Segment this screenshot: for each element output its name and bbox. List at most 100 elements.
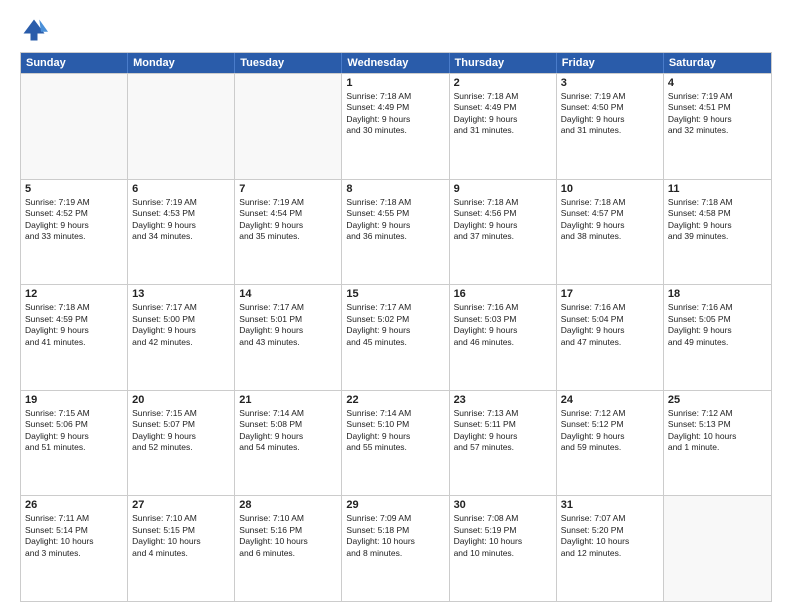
day-number: 2 <box>454 77 552 89</box>
day-number: 7 <box>239 183 337 195</box>
day-info: Sunrise: 7:12 AM Sunset: 5:12 PM Dayligh… <box>561 408 659 454</box>
day-number: 29 <box>346 499 444 511</box>
day-info: Sunrise: 7:14 AM Sunset: 5:10 PM Dayligh… <box>346 408 444 454</box>
weekday-header: Wednesday <box>342 53 449 73</box>
logo <box>20 16 52 44</box>
day-info: Sunrise: 7:18 AM Sunset: 4:49 PM Dayligh… <box>346 91 444 137</box>
day-info: Sunrise: 7:11 AM Sunset: 5:14 PM Dayligh… <box>25 513 123 559</box>
calendar-cell: 15 Sunrise: 7:17 AM Sunset: 5:02 PM Dayli… <box>342 285 449 390</box>
day-info: Sunrise: 7:17 AM Sunset: 5:01 PM Dayligh… <box>239 302 337 348</box>
calendar-cell <box>21 74 128 179</box>
day-info: Sunrise: 7:16 AM Sunset: 5:05 PM Dayligh… <box>668 302 767 348</box>
weekday-header: Friday <box>557 53 664 73</box>
day-info: Sunrise: 7:14 AM Sunset: 5:08 PM Dayligh… <box>239 408 337 454</box>
calendar-cell: 26 Sunrise: 7:11 AM Sunset: 5:14 PM Dayli… <box>21 496 128 601</box>
day-info: Sunrise: 7:12 AM Sunset: 5:13 PM Dayligh… <box>668 408 767 454</box>
calendar-row: 19Sunrise: 7:15 AM Sunset: 5:06 PM Dayli… <box>21 390 771 496</box>
calendar-cell: 25 Sunrise: 7:12 AM Sunset: 5:13 PM Dayli… <box>664 391 771 496</box>
header <box>20 16 772 44</box>
day-number: 17 <box>561 288 659 300</box>
day-info: Sunrise: 7:10 AM Sunset: 5:16 PM Dayligh… <box>239 513 337 559</box>
day-number: 21 <box>239 394 337 406</box>
day-number: 13 <box>132 288 230 300</box>
calendar-cell: 6 Sunrise: 7:19 AM Sunset: 4:53 PM Daylig… <box>128 180 235 285</box>
day-info: Sunrise: 7:16 AM Sunset: 5:03 PM Dayligh… <box>454 302 552 348</box>
day-info: Sunrise: 7:18 AM Sunset: 4:58 PM Dayligh… <box>668 197 767 243</box>
day-number: 9 <box>454 183 552 195</box>
calendar-cell: 23 Sunrise: 7:13 AM Sunset: 5:11 PM Dayli… <box>450 391 557 496</box>
day-number: 14 <box>239 288 337 300</box>
day-info: Sunrise: 7:18 AM Sunset: 4:59 PM Dayligh… <box>25 302 123 348</box>
day-number: 16 <box>454 288 552 300</box>
calendar-cell: 18 Sunrise: 7:16 AM Sunset: 5:05 PM Dayli… <box>664 285 771 390</box>
day-info: Sunrise: 7:19 AM Sunset: 4:52 PM Dayligh… <box>25 197 123 243</box>
day-info: Sunrise: 7:18 AM Sunset: 4:49 PM Dayligh… <box>454 91 552 137</box>
calendar-row: 12 Sunrise: 7:18 AM Sunset: 4:59 PM Dayli… <box>21 284 771 390</box>
day-number: 11 <box>668 183 767 195</box>
calendar-cell <box>235 74 342 179</box>
calendar-header: SundayMondayTuesdayWednesdayThursdayFrid… <box>21 53 771 73</box>
day-number: 28 <box>239 499 337 511</box>
calendar-row: 26 Sunrise: 7:11 AM Sunset: 5:14 PM Dayli… <box>21 495 771 601</box>
day-number: 31 <box>561 499 659 511</box>
day-info: Sunrise: 7:18 AM Sunset: 4:56 PM Dayligh… <box>454 197 552 243</box>
calendar-cell: 11 Sunrise: 7:18 AM Sunset: 4:58 PM Dayli… <box>664 180 771 285</box>
calendar-cell: 9 Sunrise: 7:18 AM Sunset: 4:56 PM Daylig… <box>450 180 557 285</box>
day-number: 25 <box>668 394 767 406</box>
day-info: Sunrise: 7:17 AM Sunset: 5:02 PM Dayligh… <box>346 302 444 348</box>
day-info: Sunrise: 7:09 AM Sunset: 5:18 PM Dayligh… <box>346 513 444 559</box>
day-info: Sunrise: 7:13 AM Sunset: 5:11 PM Dayligh… <box>454 408 552 454</box>
day-number: 30 <box>454 499 552 511</box>
calendar-cell: 14 Sunrise: 7:17 AM Sunset: 5:01 PM Dayli… <box>235 285 342 390</box>
day-number: 27 <box>132 499 230 511</box>
calendar-cell: 29 Sunrise: 7:09 AM Sunset: 5:18 PM Dayli… <box>342 496 449 601</box>
calendar-cell <box>128 74 235 179</box>
day-info: Sunrise: 7:19 AM Sunset: 4:53 PM Dayligh… <box>132 197 230 243</box>
day-number: 12 <box>25 288 123 300</box>
day-number: 15 <box>346 288 444 300</box>
calendar-cell: 17 Sunrise: 7:16 AM Sunset: 5:04 PM Dayli… <box>557 285 664 390</box>
weekday-header: Monday <box>128 53 235 73</box>
calendar-cell: 13Sunrise: 7:17 AM Sunset: 5:00 PM Dayli… <box>128 285 235 390</box>
calendar-cell: 20Sunrise: 7:15 AM Sunset: 5:07 PM Dayli… <box>128 391 235 496</box>
calendar: SundayMondayTuesdayWednesdayThursdayFrid… <box>20 52 772 602</box>
day-number: 10 <box>561 183 659 195</box>
calendar-cell: 19Sunrise: 7:15 AM Sunset: 5:06 PM Dayli… <box>21 391 128 496</box>
calendar-cell: 4Sunrise: 7:19 AM Sunset: 4:51 PM Daylig… <box>664 74 771 179</box>
weekday-header: Saturday <box>664 53 771 73</box>
day-info: Sunrise: 7:19 AM Sunset: 4:50 PM Dayligh… <box>561 91 659 137</box>
day-number: 26 <box>25 499 123 511</box>
day-info: Sunrise: 7:18 AM Sunset: 4:55 PM Dayligh… <box>346 197 444 243</box>
calendar-cell: 12 Sunrise: 7:18 AM Sunset: 4:59 PM Dayli… <box>21 285 128 390</box>
calendar-cell: 3 Sunrise: 7:19 AM Sunset: 4:50 PM Daylig… <box>557 74 664 179</box>
calendar-cell: 27 Sunrise: 7:10 AM Sunset: 5:15 PM Dayli… <box>128 496 235 601</box>
calendar-cell <box>664 496 771 601</box>
calendar-cell: 7Sunrise: 7:19 AM Sunset: 4:54 PM Daylig… <box>235 180 342 285</box>
day-info: Sunrise: 7:18 AM Sunset: 4:57 PM Dayligh… <box>561 197 659 243</box>
day-number: 22 <box>346 394 444 406</box>
calendar-cell: 24 Sunrise: 7:12 AM Sunset: 5:12 PM Dayli… <box>557 391 664 496</box>
calendar-cell: 16 Sunrise: 7:16 AM Sunset: 5:03 PM Dayli… <box>450 285 557 390</box>
day-number: 23 <box>454 394 552 406</box>
day-number: 3 <box>561 77 659 89</box>
calendar-cell: 22 Sunrise: 7:14 AM Sunset: 5:10 PM Dayli… <box>342 391 449 496</box>
day-info: Sunrise: 7:10 AM Sunset: 5:15 PM Dayligh… <box>132 513 230 559</box>
day-number: 4 <box>668 77 767 89</box>
calendar-cell: 8Sunrise: 7:18 AM Sunset: 4:55 PM Daylig… <box>342 180 449 285</box>
calendar-cell: 28 Sunrise: 7:10 AM Sunset: 5:16 PM Dayli… <box>235 496 342 601</box>
day-info: Sunrise: 7:08 AM Sunset: 5:19 PM Dayligh… <box>454 513 552 559</box>
calendar-cell: 30 Sunrise: 7:08 AM Sunset: 5:19 PM Dayli… <box>450 496 557 601</box>
calendar-cell: 1 Sunrise: 7:18 AM Sunset: 4:49 PM Daylig… <box>342 74 449 179</box>
day-number: 24 <box>561 394 659 406</box>
day-number: 1 <box>346 77 444 89</box>
day-info: Sunrise: 7:16 AM Sunset: 5:04 PM Dayligh… <box>561 302 659 348</box>
page: SundayMondayTuesdayWednesdayThursdayFrid… <box>0 0 792 612</box>
day-info: Sunrise: 7:15 AM Sunset: 5:07 PM Dayligh… <box>132 408 230 454</box>
day-info: Sunrise: 7:07 AM Sunset: 5:20 PM Dayligh… <box>561 513 659 559</box>
day-number: 6 <box>132 183 230 195</box>
calendar-row: 5Sunrise: 7:19 AM Sunset: 4:52 PM Daylig… <box>21 179 771 285</box>
calendar-cell: 31 Sunrise: 7:07 AM Sunset: 5:20 PM Dayli… <box>557 496 664 601</box>
weekday-header: Sunday <box>21 53 128 73</box>
calendar-row: 1 Sunrise: 7:18 AM Sunset: 4:49 PM Daylig… <box>21 73 771 179</box>
day-number: 18 <box>668 288 767 300</box>
